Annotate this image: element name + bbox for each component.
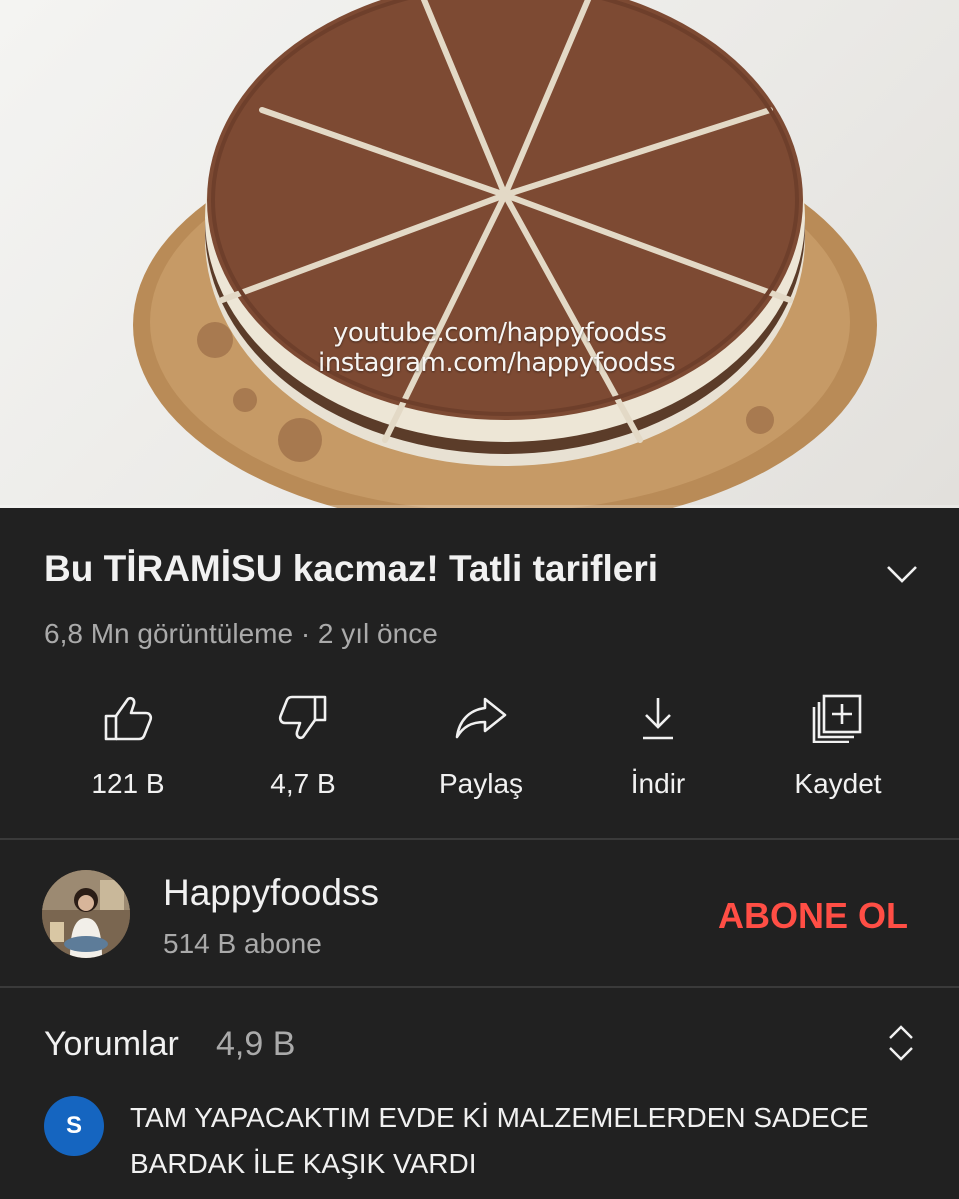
- video-actions-row: 121 B 4,7 B Paylaş İndir Kaydet: [38, 690, 928, 810]
- thumbs-down-icon: [275, 690, 331, 746]
- video-player[interactable]: youtube.com/happyfoodss instagram.com/ha…: [0, 0, 959, 508]
- download-label: İndir: [630, 768, 686, 799]
- share-button[interactable]: Paylaş: [391, 690, 571, 810]
- subscribe-button[interactable]: ABONE OL: [718, 895, 908, 937]
- share-icon: [453, 690, 509, 746]
- subscriber-count: 514 B abone: [163, 928, 322, 959]
- video-frame-tiramisu: [133, 0, 877, 508]
- comment-avatar[interactable]: S: [44, 1096, 104, 1156]
- top-comment-text[interactable]: TAM YAPACAKTIM EVDE Kİ MALZEMELERDEN SAD…: [130, 1095, 930, 1187]
- download-icon: [630, 690, 686, 746]
- avatar-image: [42, 870, 130, 958]
- share-label: Paylaş: [438, 768, 524, 799]
- comments-title[interactable]: Yorumlar: [44, 1025, 179, 1064]
- save-button[interactable]: Kaydet: [748, 690, 928, 810]
- expand-description-button[interactable]: [882, 556, 922, 592]
- add-to-playlist-icon: [810, 690, 866, 746]
- dislike-count: 4,7 B: [270, 768, 336, 799]
- video-title[interactable]: Bu TİRAMİSU kacmaz! Tatli tarifleri: [44, 548, 844, 590]
- watermark-instagram: instagram.com/happyfoodss: [318, 348, 676, 378]
- save-label: Kaydet: [794, 768, 882, 799]
- channel-avatar[interactable]: [42, 870, 130, 958]
- divider: [0, 986, 959, 988]
- dislike-button[interactable]: 4,7 B: [213, 690, 393, 810]
- watermark-youtube: youtube.com/happyfoodss: [333, 318, 667, 348]
- chevron-down-icon: [887, 566, 917, 583]
- video-progress-bar[interactable]: [0, 505, 959, 508]
- thumbs-up-icon: [100, 690, 156, 746]
- comments-count: 4,9 B: [216, 1025, 296, 1063]
- like-count: 121 B: [91, 768, 165, 799]
- download-button[interactable]: İndir: [568, 690, 748, 810]
- like-button[interactable]: 121 B: [38, 690, 218, 810]
- divider: [0, 838, 959, 840]
- video-meta: 6,8 Mn görüntüleme · 2 yıl önce: [44, 618, 438, 649]
- unfold-icon: [889, 1025, 913, 1061]
- comments-expand-button[interactable]: [884, 1022, 918, 1064]
- channel-name[interactable]: Happyfoodss: [163, 872, 379, 914]
